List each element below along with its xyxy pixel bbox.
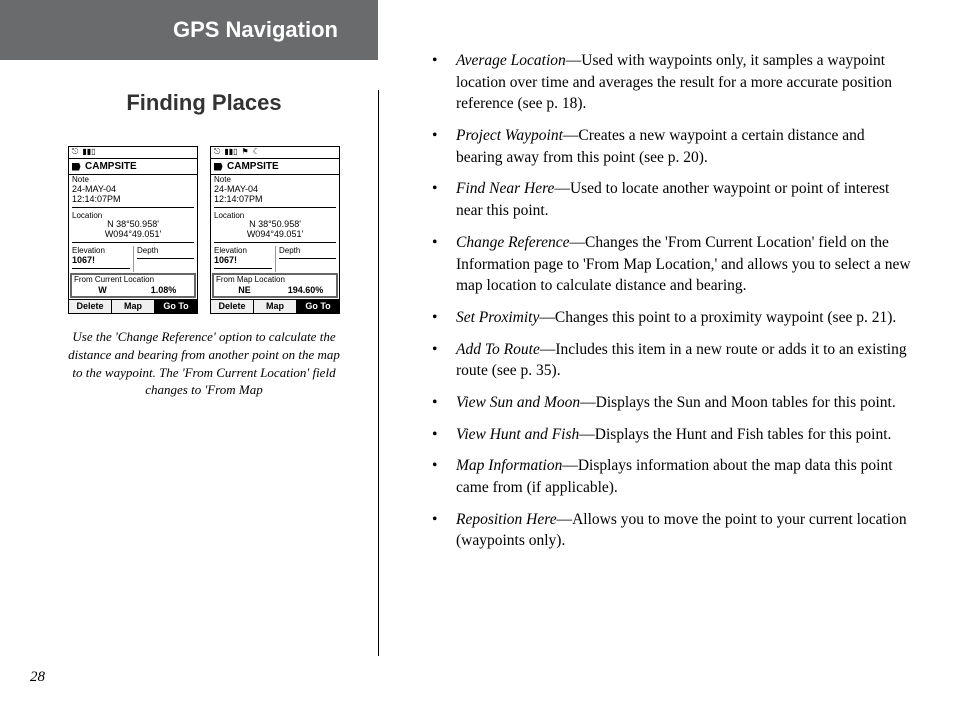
elev-value: 1067!	[214, 256, 272, 266]
options-list: •Average Location—Used with waypoints on…	[426, 50, 912, 552]
elev-value: 1067!	[72, 256, 130, 266]
waypoint-name: CAMPSITE	[85, 161, 137, 172]
goto-button[interactable]: Go To	[297, 300, 339, 314]
bullet-icon: •	[426, 392, 456, 414]
lon-value: W094°49.051'	[214, 230, 336, 240]
note-section: Note 24-MAY-04 12:14:07PM	[69, 175, 197, 211]
satellite-icon: ⎋	[72, 148, 78, 157]
flag-icon	[214, 163, 224, 171]
signal-icon: ▮▮▯	[82, 148, 95, 157]
satellite-icon: ⎋	[214, 148, 220, 157]
list-item-term: Find Near Here	[456, 180, 554, 197]
list-item-term: Map Information	[456, 457, 562, 474]
moon-icon: ☾	[253, 148, 260, 157]
list-item-text: View Sun and Moon—Displays the Sun and M…	[456, 392, 896, 414]
list-item-term: Set Proximity	[456, 309, 539, 326]
bullet-icon: •	[426, 50, 456, 115]
list-item-term: Project Waypoint	[456, 127, 563, 144]
flag-small-icon: ⚑	[242, 148, 249, 157]
depth-label: Depth	[279, 247, 336, 256]
button-row: Delete Map Go To	[69, 299, 197, 314]
waypoint-name: CAMPSITE	[227, 161, 279, 172]
list-item: •View Hunt and Fish—Displays the Hunt an…	[426, 424, 912, 446]
distance-value: 194.60%	[275, 286, 336, 296]
note-time: 12:14:07PM	[214, 195, 336, 205]
list-item: •Change Reference—Changes the 'From Curr…	[426, 232, 912, 297]
list-item-term: Reposition Here	[456, 511, 557, 528]
location-section: Location N 38°50.958' W094°49.051'	[69, 211, 197, 247]
status-bar: ⎋ ▮▮▯ ⚑ ☾	[211, 147, 339, 159]
bearing-value: W	[72, 286, 133, 296]
list-item-text: Project Waypoint—Creates a new waypoint …	[456, 125, 912, 168]
bullet-icon: •	[426, 178, 456, 221]
button-row: Delete Map Go To	[211, 299, 339, 314]
list-item: •Average Location—Used with waypoints on…	[426, 50, 912, 115]
elev-depth-row: Elevation1067! Depth	[211, 246, 339, 272]
waypoint-name-row: CAMPSITE	[69, 159, 197, 175]
list-item-text: Add To Route—Includes this item in a new…	[456, 339, 912, 382]
bearing-value: NE	[214, 286, 275, 296]
list-item-term: View Sun and Moon	[456, 394, 580, 411]
list-item-term: Change Reference	[456, 234, 569, 251]
map-button[interactable]: Map	[254, 300, 297, 314]
bullet-icon: •	[426, 232, 456, 297]
note-time: 12:14:07PM	[72, 195, 194, 205]
list-item-term: Add To Route	[456, 341, 540, 358]
lon-value: W094°49.051'	[72, 230, 194, 240]
bullet-icon: •	[426, 455, 456, 498]
location-section: Location N 38°50.958' W094°49.051'	[211, 211, 339, 247]
list-item-text: Reposition Here—Allows you to move the p…	[456, 509, 912, 552]
bullet-icon: •	[426, 424, 456, 446]
list-item: •View Sun and Moon—Displays the Sun and …	[426, 392, 912, 414]
status-bar: ⎋ ▮▮▯	[69, 147, 197, 159]
delete-button[interactable]: Delete	[211, 300, 254, 314]
list-item-text: View Hunt and Fish—Displays the Hunt and…	[456, 424, 891, 446]
left-column: GPS Navigation Finding Places ⎋ ▮▮▯ CAMP…	[0, 0, 378, 716]
device-screen-right: ⎋ ▮▮▯ ⚑ ☾ CAMPSITE Note 24-MAY-04 12:14:…	[210, 146, 340, 314]
list-item-text: Change Reference—Changes the 'From Curre…	[456, 232, 912, 297]
header-bar: GPS Navigation	[0, 0, 378, 60]
device-screens: ⎋ ▮▮▯ CAMPSITE Note 24-MAY-04 12:14:07PM	[60, 146, 348, 314]
flag-icon	[72, 163, 82, 171]
note-section: Note 24-MAY-04 12:14:07PM	[211, 175, 339, 211]
bullet-icon: •	[426, 509, 456, 552]
bullet-icon: •	[426, 125, 456, 168]
list-item-text: Set Proximity—Changes this point to a pr…	[456, 307, 896, 329]
depth-label: Depth	[137, 247, 194, 256]
list-item: •Find Near Here—Used to locate another w…	[426, 178, 912, 221]
signal-icon: ▮▮▯	[224, 148, 237, 157]
list-item-text: Find Near Here—Used to locate another wa…	[456, 178, 912, 221]
map-button[interactable]: Map	[112, 300, 155, 314]
column-divider	[378, 90, 379, 656]
list-item-desc: —Displays the Sun and Moon tables for th…	[580, 394, 896, 411]
list-item-text: Map Information—Displays information abo…	[456, 455, 912, 498]
list-item-term: Average Location	[456, 52, 566, 69]
list-item: •Map Information—Displays information ab…	[426, 455, 912, 498]
delete-button[interactable]: Delete	[69, 300, 112, 314]
header-title: GPS Navigation	[173, 17, 338, 43]
device-screen-left: ⎋ ▮▮▯ CAMPSITE Note 24-MAY-04 12:14:07PM	[68, 146, 198, 314]
elev-depth-row: Elevation1067! Depth	[69, 246, 197, 272]
list-item-desc: —Displays the Hunt and Fish tables for t…	[579, 426, 891, 443]
figure-caption: Use the 'Change Reference' option to cal…	[60, 328, 348, 398]
left-content: Finding Places ⎋ ▮▮▯ CAMPSITE Note 24-MA…	[0, 60, 378, 399]
right-column: •Average Location—Used with waypoints on…	[378, 0, 954, 716]
list-item: •Set Proximity—Changes this point to a p…	[426, 307, 912, 329]
list-item-desc: —Changes this point to a proximity waypo…	[539, 309, 896, 326]
list-item-text: Average Location—Used with waypoints onl…	[456, 50, 912, 115]
bullet-icon: •	[426, 307, 456, 329]
page-number: 28	[30, 669, 45, 686]
subheading: Finding Places	[60, 90, 348, 116]
from-box: From Map Location NE 194.60%	[212, 273, 338, 298]
waypoint-name-row: CAMPSITE	[211, 159, 339, 175]
goto-button[interactable]: Go To	[155, 300, 197, 314]
list-item: •Reposition Here—Allows you to move the …	[426, 509, 912, 552]
list-item-term: View Hunt and Fish	[456, 426, 579, 443]
distance-value: 1.08%	[133, 286, 194, 296]
bullet-icon: •	[426, 339, 456, 382]
list-item: •Project Waypoint—Creates a new waypoint…	[426, 125, 912, 168]
list-item: •Add To Route—Includes this item in a ne…	[426, 339, 912, 382]
from-box: From Current Location W 1.08%	[70, 273, 196, 298]
page: GPS Navigation Finding Places ⎋ ▮▮▯ CAMP…	[0, 0, 954, 716]
